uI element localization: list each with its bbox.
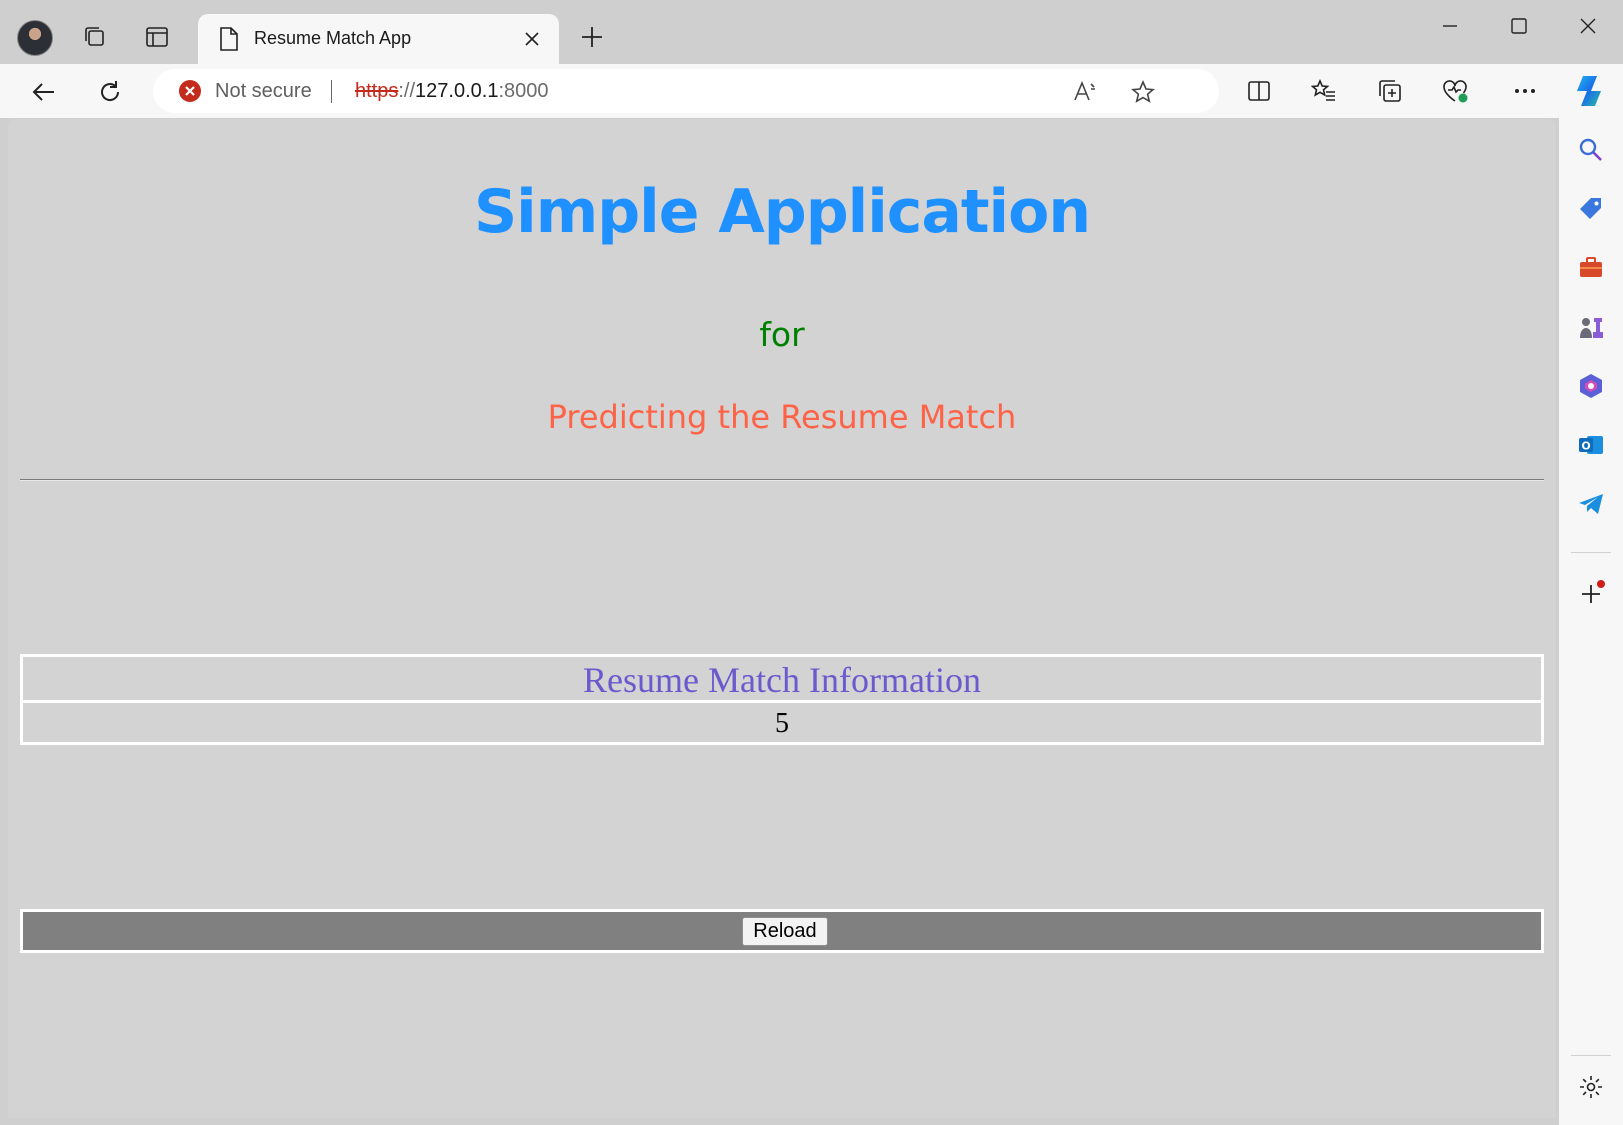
browser-essentials-icon[interactable]	[1439, 75, 1471, 107]
vertical-tabs-icon[interactable]	[142, 22, 172, 52]
sidebar-settings-gear-icon[interactable]	[1575, 1071, 1607, 1103]
table-header-cell: Resume Match Information	[23, 657, 1541, 703]
horizontal-rule	[20, 479, 1544, 481]
search-icon[interactable]	[1575, 134, 1607, 166]
tools-briefcase-icon[interactable]	[1575, 252, 1607, 284]
url-separator: ://	[398, 80, 416, 102]
add-sidebar-app-icon[interactable]	[1575, 578, 1607, 610]
favorites-icon[interactable]	[1308, 75, 1340, 107]
tab-title: Resume Match App	[254, 28, 412, 48]
not-secure-icon[interactable]	[179, 80, 201, 102]
back-icon[interactable]	[28, 76, 60, 108]
page-viewport: Simple Application for Predicting the Re…	[8, 119, 1556, 1118]
browser-tab[interactable]: Resume Match App	[198, 14, 559, 64]
new-tab-icon[interactable]	[577, 22, 607, 52]
url-scheme: https	[355, 80, 399, 102]
shopping-tag-icon[interactable]	[1575, 193, 1607, 225]
collections-icon[interactable]	[1374, 75, 1406, 107]
url-host: 127.0.0.1	[415, 80, 499, 102]
address-bar[interactable]: Not secure https://127.0.0.1:8000	[153, 69, 1219, 113]
page-title: Simple Application	[473, 177, 1091, 247]
resume-match-table: Resume Match Information 5	[20, 654, 1544, 745]
send-telegram-icon[interactable]	[1575, 488, 1607, 520]
close-window-icon[interactable]	[1565, 10, 1611, 42]
maximize-icon[interactable]	[1496, 10, 1542, 42]
minimize-icon[interactable]	[1427, 10, 1473, 42]
url-port: :8000	[498, 80, 549, 102]
match-value-cell: 5	[775, 708, 789, 739]
security-label[interactable]: Not secure	[215, 80, 312, 103]
reload-bar: Reload	[20, 909, 1544, 953]
close-tab-icon[interactable]	[519, 26, 545, 52]
outlook-icon[interactable]: O	[1575, 429, 1607, 461]
url-text[interactable]: https://127.0.0.1:8000	[355, 80, 549, 103]
microsoft-365-icon[interactable]	[1575, 370, 1607, 402]
page-icon	[218, 26, 240, 57]
refresh-icon[interactable]	[94, 76, 126, 108]
browser-toolbar: Not secure https://127.0.0.1:8000	[0, 64, 1623, 118]
more-options-icon[interactable]	[1509, 75, 1541, 107]
sidebar-divider-bottom	[1571, 1055, 1611, 1056]
split-screen-icon[interactable]	[1243, 75, 1275, 107]
browser-titlebar: Resume Match App	[0, 0, 1623, 64]
page-subtitle: Predicting the Resume Match	[547, 398, 1017, 436]
page-for-text: for	[759, 315, 805, 354]
add-favorite-star-icon[interactable]	[1129, 78, 1157, 106]
copilot-icon[interactable]	[1572, 71, 1612, 111]
edge-sidebar: O	[1559, 118, 1623, 1125]
svg-text:O: O	[1581, 440, 1590, 453]
workspaces-icon[interactable]	[80, 22, 110, 52]
address-separator	[331, 80, 332, 103]
read-aloud-icon[interactable]	[1071, 78, 1099, 106]
profile-avatar[interactable]	[17, 20, 53, 56]
reload-button[interactable]: Reload	[742, 917, 828, 946]
games-chess-icon[interactable]	[1575, 311, 1607, 343]
sidebar-divider	[1571, 552, 1611, 553]
